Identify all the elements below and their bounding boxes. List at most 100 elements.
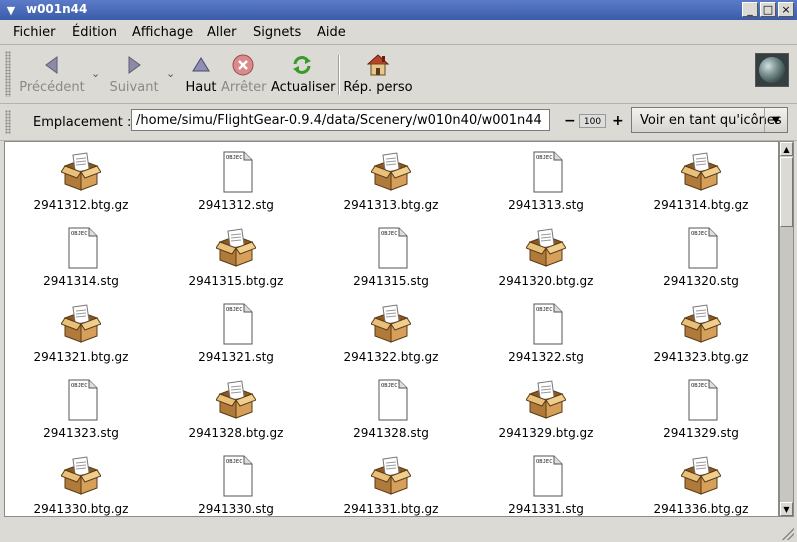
file-name: 2941328.stg <box>353 426 429 440</box>
document-preview-text: OBJEC <box>71 231 88 237</box>
file-name: 2941322.btg.gz <box>343 350 439 364</box>
text-document-icon: OBJEC <box>223 303 253 345</box>
forward-history-dropdown[interactable]: ⌄ <box>166 67 175 80</box>
package-icon <box>681 152 721 191</box>
package-icon <box>216 380 256 419</box>
file-name: 2941330.btg.gz <box>33 502 129 516</box>
package-icon <box>371 152 411 191</box>
document-preview-text: OBJEC <box>536 155 553 161</box>
stop-button[interactable]: Arrêter <box>221 53 267 95</box>
text-document-icon: OBJEC <box>533 455 563 497</box>
file-name: 2941328.btg.gz <box>188 426 284 440</box>
window-menu-icon[interactable]: ▼ <box>3 2 19 18</box>
up-button[interactable]: Haut <box>183 53 219 95</box>
reload-icon <box>293 56 311 74</box>
text-document-icon: OBJEC <box>378 227 408 269</box>
document-preview-text: OBJEC <box>381 383 398 389</box>
view-as-label: Voir en tant qu'icônes <box>640 113 782 128</box>
file-name: 2941313.stg <box>508 198 584 212</box>
close-icon: × <box>781 3 791 16</box>
document-preview-text: OBJEC <box>536 307 553 313</box>
menu-signets[interactable]: Signets <box>253 25 301 40</box>
location-bar-grip[interactable] <box>5 110 11 134</box>
zoom-level[interactable]: 100 <box>579 114 606 128</box>
forward-button[interactable]: Suivant <box>100 53 168 95</box>
resize-grip[interactable] <box>782 528 794 540</box>
document-preview-text: OBJEC <box>691 383 708 389</box>
package-icon <box>526 380 566 419</box>
zoom-in-button[interactable]: + <box>612 113 624 129</box>
menu-fichier[interactable]: Fichier <box>13 25 56 40</box>
toolbar-grip[interactable] <box>5 51 11 97</box>
package-icon <box>61 304 101 343</box>
close-button[interactable]: × <box>778 2 794 17</box>
menu-aller[interactable]: Aller <box>207 25 236 40</box>
file-name: 2941314.stg <box>43 274 119 288</box>
reload-button[interactable]: Actualiser <box>271 53 335 95</box>
menu-edition[interactable]: Édition <box>72 25 117 40</box>
home-button[interactable]: Rép. perso <box>343 53 413 95</box>
file-name: 2941323.btg.gz <box>653 350 749 364</box>
menu-affichage[interactable]: Affichage <box>132 25 193 40</box>
file-name: 2941312.btg.gz <box>33 198 129 212</box>
text-document-icon: OBJEC <box>223 455 253 497</box>
vertical-scrollbar[interactable]: ▲ ▼ <box>779 141 794 517</box>
location-input[interactable]: /home/simu/FlightGear-0.9.4/data/Scenery… <box>131 109 550 131</box>
document-preview-text: OBJEC <box>226 307 243 313</box>
forward-arrow-icon <box>128 56 141 74</box>
package-icon <box>371 304 411 343</box>
scroll-up-button[interactable]: ▲ <box>780 142 793 156</box>
file-name: 2941331.stg <box>508 502 584 516</box>
home-icon <box>366 54 390 76</box>
package-icon <box>216 228 256 267</box>
stop-icon <box>232 54 254 76</box>
file-name: 2941336.btg.gz <box>653 502 749 516</box>
file-name: 2941320.stg <box>663 274 739 288</box>
location-label: Emplacement : <box>33 115 132 130</box>
file-name: 2941330.stg <box>198 502 274 516</box>
text-document-icon: OBJEC <box>68 227 98 269</box>
view-as-selector[interactable]: Voir en tant qu'icônes ▼ <box>631 107 788 133</box>
zoom-out-button[interactable]: − <box>564 113 576 129</box>
file-name: 2941315.stg <box>353 274 429 288</box>
scroll-thumb[interactable] <box>780 157 793 227</box>
document-preview-text: OBJEC <box>691 231 708 237</box>
file-name: 2941322.stg <box>508 350 584 364</box>
text-document-icon: OBJEC <box>533 303 563 345</box>
package-icon <box>61 152 101 191</box>
file-name: 2941321.stg <box>198 350 274 364</box>
text-document-icon: OBJEC <box>378 379 408 421</box>
document-preview-text: OBJEC <box>71 383 88 389</box>
file-name: 2941312.stg <box>198 198 274 212</box>
document-preview-text: OBJEC <box>536 459 553 465</box>
title-bar: ▼ w001n44 _ □ × <box>0 0 797 20</box>
file-icon-view[interactable]: 2941312.btg.gz OBJEC 2941312.stg 2941313.bt… <box>4 141 779 517</box>
file-name: 2941320.btg.gz <box>498 274 594 288</box>
status-bar <box>0 518 797 542</box>
document-preview-text: OBJEC <box>226 459 243 465</box>
maximize-button[interactable]: □ <box>760 2 776 17</box>
activity-throbber <box>755 53 789 87</box>
file-name: 2941331.btg.gz <box>343 502 439 516</box>
package-icon <box>371 456 411 495</box>
toolbar: Précédent ⌄ Suivant ⌄ Haut Arrêter Actua… <box>0 45 797 104</box>
text-document-icon: OBJEC <box>223 151 253 193</box>
back-arrow-icon <box>45 56 58 74</box>
file-name: 2941329.stg <box>663 426 739 440</box>
minimize-icon: _ <box>747 3 753 16</box>
document-preview-text: OBJEC <box>226 155 243 161</box>
package-icon <box>61 456 101 495</box>
menu-aide[interactable]: Aide <box>317 25 346 40</box>
file-name: 2941313.btg.gz <box>343 198 439 212</box>
package-icon <box>526 228 566 267</box>
minimize-button[interactable]: _ <box>742 2 758 17</box>
back-history-dropdown[interactable]: ⌄ <box>91 67 100 80</box>
menu-bar: Fichier Édition Affichage Aller Signets … <box>0 20 797 45</box>
document-preview-text: OBJEC <box>381 231 398 237</box>
throbber-icon <box>759 57 785 83</box>
location-bar: Emplacement : /home/simu/FlightGear-0.9.… <box>0 104 797 141</box>
text-document-icon: OBJEC <box>68 379 98 421</box>
file-name: 2941329.btg.gz <box>498 426 594 440</box>
scroll-down-button[interactable]: ▼ <box>780 502 793 516</box>
back-button[interactable]: Précédent <box>18 53 86 95</box>
